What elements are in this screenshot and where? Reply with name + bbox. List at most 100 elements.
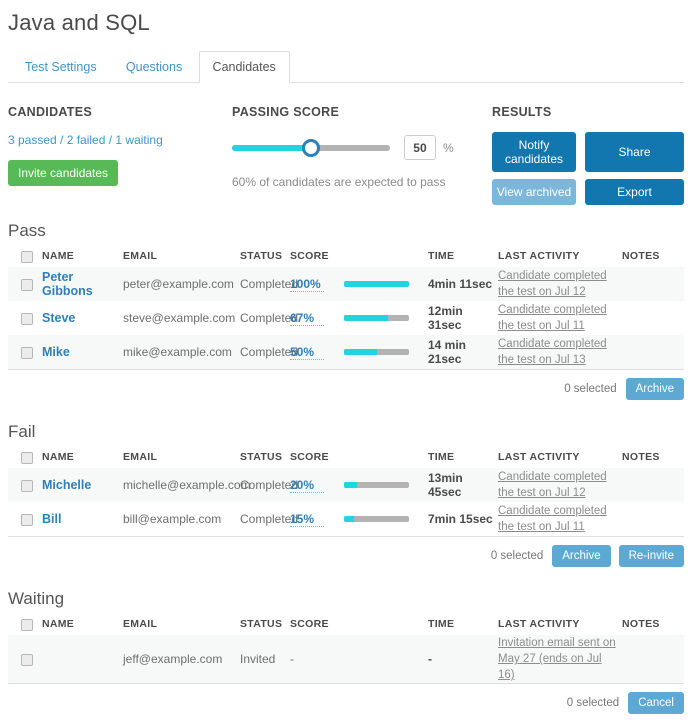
table-row: Michelle michelle@example.com Completed … xyxy=(8,468,684,502)
score-bar xyxy=(344,516,409,522)
candidates-panel: CANDIDATES 3 passed / 2 failed / 1 waiti… xyxy=(8,105,232,205)
row-checkbox[interactable] xyxy=(21,654,33,666)
score-link[interactable]: 15% xyxy=(290,512,324,527)
archive-button[interactable]: Archive xyxy=(626,378,684,400)
score-bar-fill xyxy=(344,482,357,488)
candidate-section: Waiting NAME EMAIL STATUS SCORE TIME LAS… xyxy=(8,589,684,720)
last-activity-link[interactable]: Candidate completed the test on Jul 11 xyxy=(498,503,616,535)
column-header-score: SCORE xyxy=(290,250,428,262)
column-header-time: TIME xyxy=(428,250,498,262)
table-row: Mike mike@example.com Completed 50% 14 m… xyxy=(8,335,684,369)
table-row: Bill bill@example.com Completed 15% 7min… xyxy=(8,502,684,536)
row-checkbox[interactable] xyxy=(21,347,33,359)
slider-handle[interactable] xyxy=(302,139,320,157)
percent-unit-label: % xyxy=(443,141,454,155)
row-checkbox[interactable] xyxy=(21,514,33,526)
passing-score-slider[interactable] xyxy=(232,139,390,157)
view-archived-button[interactable]: View archived xyxy=(492,179,576,205)
tab-questions[interactable]: Questions xyxy=(113,52,195,82)
passing-score-input[interactable] xyxy=(404,135,436,160)
score-bar xyxy=(344,281,409,287)
candidate-name-link[interactable]: Michelle xyxy=(42,478,91,492)
candidate-status: Invited xyxy=(240,652,290,666)
last-activity-link[interactable]: Invitation email sent on May 27 (ends on… xyxy=(498,635,616,683)
candidate-status: Completed xyxy=(240,311,290,325)
results-heading: RESULTS xyxy=(492,105,684,119)
last-activity-link[interactable]: Candidate completed the test on Jul 12 xyxy=(498,268,616,300)
column-header-notes: NOTES xyxy=(622,618,684,630)
table-row: jeff@example.com Invited - - Invitation … xyxy=(8,635,684,683)
column-header-score: SCORE xyxy=(290,451,428,463)
last-activity-link[interactable]: Candidate completed the test on Jul 11 xyxy=(498,302,616,334)
candidate-email: michelle@example.com xyxy=(123,478,240,492)
passing-score-panel: PASSING SCORE % 60% of candidates are ex… xyxy=(232,105,492,205)
section-heading: Waiting xyxy=(8,589,684,609)
score-bar-fill xyxy=(344,516,354,522)
candidate-name-link[interactable]: Peter Gibbons xyxy=(42,270,93,298)
export-button[interactable]: Export xyxy=(585,179,684,205)
notify-candidates-button[interactable]: Notify candidates xyxy=(492,132,576,172)
candidate-time: 13min 45sec xyxy=(428,471,498,499)
passing-score-slider-row: % xyxy=(232,135,492,160)
score-link[interactable]: - xyxy=(290,652,324,666)
cancel-button[interactable]: Cancel xyxy=(628,692,684,714)
candidate-time: 14 min 21sec xyxy=(428,338,498,366)
candidate-email: jeff@example.com xyxy=(123,652,240,666)
selected-count: 0 selected xyxy=(491,550,543,562)
column-header-status: STATUS xyxy=(240,618,290,630)
re-invite-button[interactable]: Re-invite xyxy=(619,545,684,567)
score-bar xyxy=(344,315,409,321)
column-header-status: STATUS xyxy=(240,451,290,463)
table-row: Peter Gibbons peter@example.com Complete… xyxy=(8,267,684,301)
last-activity-link[interactable]: Candidate completed the test on Jul 12 xyxy=(498,469,616,501)
page: Java and SQL Test Settings Questions Can… xyxy=(0,0,692,720)
select-all-checkbox[interactable] xyxy=(21,619,33,631)
candidate-name-link[interactable]: Steve xyxy=(42,311,75,325)
column-header-last-activity: LAST ACTIVITY xyxy=(498,451,622,463)
tab-bar: Test Settings Questions Candidates xyxy=(8,51,684,83)
candidate-email: bill@example.com xyxy=(123,512,240,526)
archive-button[interactable]: Archive xyxy=(552,545,610,567)
table-footer: 0 selected Cancel xyxy=(8,683,684,720)
score-bar xyxy=(344,349,409,355)
column-header-time: TIME xyxy=(428,618,498,630)
table-header-row: NAME EMAIL STATUS SCORE TIME LAST ACTIVI… xyxy=(8,613,684,635)
share-button[interactable]: Share xyxy=(585,132,684,172)
score-link[interactable]: 100% xyxy=(290,277,324,292)
footer-buttons: Cancel xyxy=(628,692,684,714)
select-all-checkbox[interactable] xyxy=(21,452,33,464)
passing-score-heading: PASSING SCORE xyxy=(232,105,492,119)
score-link[interactable]: 67% xyxy=(290,311,324,326)
table-body: Michelle michelle@example.com Completed … xyxy=(8,468,684,536)
column-header-status: STATUS xyxy=(240,250,290,262)
row-checkbox[interactable] xyxy=(21,279,33,291)
table-header-row: NAME EMAIL STATUS SCORE TIME LAST ACTIVI… xyxy=(8,446,684,468)
candidate-email: peter@example.com xyxy=(123,277,240,291)
candidates-summary-link[interactable]: 3 passed / 2 failed / 1 waiting xyxy=(8,133,232,147)
column-header-name: NAME xyxy=(42,618,123,630)
candidate-time: 7min 15sec xyxy=(428,512,498,526)
score-link[interactable]: 50% xyxy=(290,345,324,360)
select-all-checkbox[interactable] xyxy=(21,251,33,263)
row-checkbox[interactable] xyxy=(21,480,33,492)
candidate-email: steve@example.com xyxy=(123,311,240,325)
column-header-name: NAME xyxy=(42,250,123,262)
table-footer: 0 selected Archive xyxy=(8,369,684,406)
column-header-score: SCORE xyxy=(290,618,428,630)
candidate-section: Pass NAME EMAIL STATUS SCORE TIME LAST A… xyxy=(8,221,684,406)
tab-test-settings[interactable]: Test Settings xyxy=(12,52,110,82)
table-footer: 0 selected Archive Re-invite xyxy=(8,536,684,573)
tab-candidates[interactable]: Candidates xyxy=(199,51,290,83)
expected-pass-note: 60% of candidates are expected to pass xyxy=(232,175,492,189)
candidate-name-link[interactable]: Mike xyxy=(42,345,70,359)
invite-candidates-button[interactable]: Invite candidates xyxy=(8,160,118,186)
candidate-name-link[interactable]: Bill xyxy=(42,512,61,526)
column-header-notes: NOTES xyxy=(622,451,684,463)
selected-count: 0 selected xyxy=(567,697,619,709)
top-panels: CANDIDATES 3 passed / 2 failed / 1 waiti… xyxy=(8,105,684,205)
score-link[interactable]: 20% xyxy=(290,478,324,493)
row-checkbox[interactable] xyxy=(21,313,33,325)
column-header-email: EMAIL xyxy=(123,451,240,463)
last-activity-link[interactable]: Candidate completed the test on Jul 13 xyxy=(498,336,616,368)
candidate-status: Completed xyxy=(240,478,290,492)
